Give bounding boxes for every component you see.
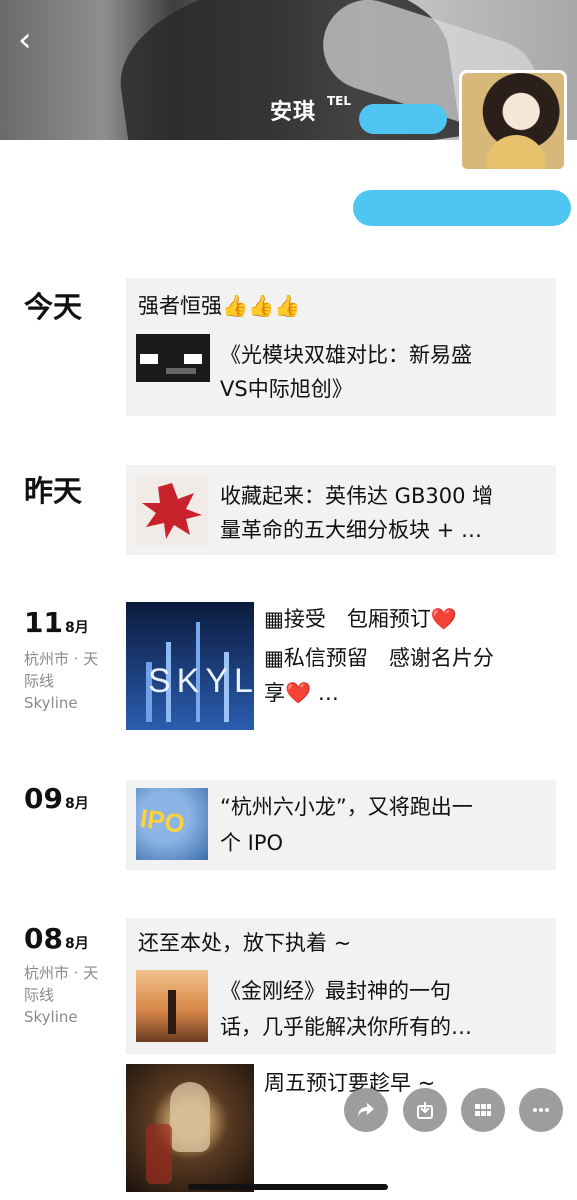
profile-name: 安琪 xyxy=(270,100,317,125)
download-button[interactable] xyxy=(403,1088,447,1132)
thumb-figure xyxy=(168,990,176,1034)
tel-tag: TEL xyxy=(327,94,352,108)
back-button[interactable]: ‹ xyxy=(18,20,52,60)
post-card[interactable]: 强者恒强👍👍👍 《光模块双雄对比：新易盛 VS中际旭创》 xyxy=(126,278,556,416)
post-card[interactable]: IPO “杭州六小龙”，又将跑出一 个 IPO xyxy=(126,780,556,870)
location: 杭州市 · 天 际线 Skyline xyxy=(24,650,99,712)
thumb-caption xyxy=(166,368,196,374)
article-title-line2: 话，几乎能解决你所有的… xyxy=(220,1015,472,1039)
share-icon xyxy=(358,1103,374,1117)
thumb-ipo-text: IPO xyxy=(138,803,187,839)
download-icon xyxy=(417,1102,433,1119)
post-title: 强者恒强👍👍👍 xyxy=(138,294,301,318)
article-title-line2: 量革命的五大细分板块 + … xyxy=(220,518,482,542)
more-button[interactable] xyxy=(519,1088,563,1132)
date-label: 09 8月 xyxy=(24,782,89,815)
avatar[interactable] xyxy=(459,70,567,172)
article-title-line1: 《金刚经》最封神的一句 xyxy=(220,979,451,1003)
post-title: 还至本处，放下执着 ~ xyxy=(138,931,352,955)
article-title-line1: 《光模块双雄对比：新易盛 xyxy=(220,343,472,367)
article-thumbnail xyxy=(136,475,208,545)
post-card[interactable]: 还至本处，放下执着 ~ 《金刚经》最封神的一句 话，几乎能解决你所有的… xyxy=(126,918,556,1054)
article-title-line2: 个 IPO xyxy=(220,831,284,855)
article-thumbnail: IPO xyxy=(136,788,208,860)
thumb-glass xyxy=(146,1124,172,1184)
post-line1: ▦接受 包厢预订❤️ xyxy=(264,607,457,631)
thumb-bottle xyxy=(170,1082,210,1152)
post-card[interactable]: 收藏起来：英伟达 GB300 增 量革命的五大细分板块 + … xyxy=(126,465,556,555)
article-thumbnail xyxy=(136,334,210,382)
thumb-logo-b xyxy=(184,354,202,364)
home-indicator xyxy=(188,1184,388,1190)
thumb-sign-text: SKYL xyxy=(148,662,254,700)
post-thumbnail[interactable]: SKYL xyxy=(126,602,254,730)
date-label: 08 8月 xyxy=(24,922,89,955)
location: 杭州市 · 天 际线 Skyline xyxy=(24,964,99,1026)
chevron-left-icon: ‹ xyxy=(18,20,32,60)
maple-leaf-icon xyxy=(142,483,202,539)
grid-button[interactable] xyxy=(461,1088,505,1132)
article-title-line2: VS中际旭创》 xyxy=(220,377,353,401)
post-thumbnail[interactable] xyxy=(126,1064,254,1192)
post-line2: ▦私信预留 感谢名片分 xyxy=(264,646,494,670)
article-title-line1: “杭州六小龙”，又将跑出一 xyxy=(220,795,473,819)
article-title-line1: 收藏起来：英伟达 GB300 增 xyxy=(220,484,494,508)
share-button[interactable] xyxy=(344,1088,388,1132)
date-today: 今天 xyxy=(24,290,83,324)
redaction-mark xyxy=(359,104,447,134)
article-thumbnail xyxy=(136,970,208,1042)
avatar-figure xyxy=(486,135,546,169)
date-yesterday: 昨天 xyxy=(24,474,83,508)
grid-icon xyxy=(475,1104,491,1116)
thumb-logo-a xyxy=(140,354,158,364)
post-line3: 享❤️ … xyxy=(264,681,339,705)
redaction-mark xyxy=(353,190,571,226)
date-label: 11 8月 xyxy=(24,606,89,639)
more-icon xyxy=(533,1108,549,1112)
